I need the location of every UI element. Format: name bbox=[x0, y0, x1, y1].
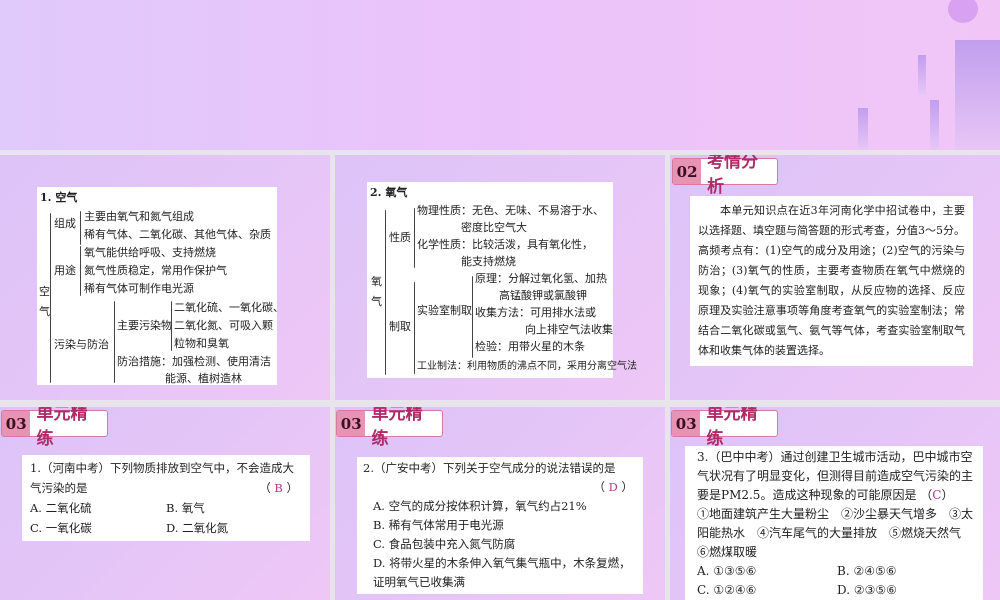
answer: D bbox=[608, 480, 618, 494]
air-summary-panel: 1. 空气 空气 组成 主要由氧气和氮气组成 稀有气体、二氧化碳、其他气体、杂质… bbox=[0, 155, 330, 400]
badge-number: 03 bbox=[672, 411, 701, 436]
answer: B bbox=[274, 481, 283, 495]
tree-item: 工业制法：利用物质的沸点不同，采用分离空气法 bbox=[417, 361, 637, 372]
tree-item: 主要由氧气和氮气组成 bbox=[84, 210, 194, 223]
decor-pillar bbox=[858, 108, 868, 150]
tree-item: 二氧化硫、一氧化碳、 bbox=[174, 301, 284, 314]
oxygen-tree: 2. 氧气 氧气 性质 物理性质：无色、无味、不易溶于水、 密度比空气大 化学性… bbox=[367, 182, 637, 378]
tree-item: 密度比空气大 bbox=[461, 221, 527, 234]
tree-root: 氧气 bbox=[371, 275, 382, 308]
oxygen-summary-panel: 2. 氧气 氧气 性质 物理性质：无色、无味、不易溶于水、 密度比空气大 化学性… bbox=[335, 155, 665, 400]
tree-item: 稀有气体可制作电光源 bbox=[84, 282, 194, 295]
option: C. ①②④⑥ bbox=[697, 583, 757, 597]
tree-item: 检验：用带火星的木条 bbox=[475, 340, 585, 353]
group-label: 污染与防治 bbox=[54, 338, 109, 351]
decor-pillar bbox=[918, 55, 926, 95]
answer: C bbox=[932, 488, 942, 502]
answer-bracket: （ B ） bbox=[259, 481, 298, 495]
decor-pillar bbox=[955, 40, 1000, 150]
badge-title: 考情分析 bbox=[707, 155, 759, 197]
badge-title: 单元精练 bbox=[706, 407, 758, 449]
tree-title: 2. 氧气 bbox=[370, 186, 408, 199]
option: A. 空气的成分按体积计算，氧气约占21% bbox=[373, 499, 587, 513]
question-stem: 2.（广安中考）下列关于空气成分的说法错误的是 bbox=[363, 461, 616, 475]
tree-item: 稀有气体、二氧化碳、其他气体、杂质 bbox=[84, 228, 271, 241]
question-2: 2.（广安中考）下列关于空气成分的说法错误的是 （ D ） A. 空气的成分按体… bbox=[357, 457, 643, 594]
option: C. 一氧化碳 bbox=[30, 521, 92, 535]
decor-pillar bbox=[930, 100, 939, 150]
exercise-panel-3: 03 单元精练 3.（巴中中考）通过创建卫生城市活动，巴中城市空气状况有了明显变… bbox=[670, 407, 1000, 600]
exam-analysis-panel: 02 考情分析 本单元知识点在近3年河南化学中招试卷中，主要以选择题、填空题与简… bbox=[670, 155, 1000, 400]
tree-item: 向上排空气法收集 bbox=[525, 323, 613, 336]
tree-item: 高锰酸钾或氯酸钾 bbox=[499, 289, 587, 302]
decor-circle bbox=[948, 0, 978, 23]
badge-number: 02 bbox=[673, 159, 702, 184]
group-label: 用途 bbox=[54, 264, 76, 277]
answer-bracket: （ D ） bbox=[593, 480, 633, 494]
tree-item: 防治措施：加强检测、使用清洁 bbox=[117, 355, 271, 368]
tree-item: 收集方法：可用排水法或 bbox=[475, 306, 596, 319]
tree-item: 能支持燃烧 bbox=[461, 255, 516, 268]
group-label: 组成 bbox=[54, 217, 76, 230]
tree-item: 能源、植树造林 bbox=[165, 372, 242, 385]
option: A. ①③⑤⑥ bbox=[697, 564, 757, 578]
section-badge: 02 考情分析 bbox=[672, 155, 778, 197]
option: B. 稀有气体常用于电光源 bbox=[373, 518, 504, 532]
tree-item: 氮气性质稳定，常用作保护气 bbox=[84, 264, 227, 277]
tree-item: 化学性质：比较活泼，具有氧化性， bbox=[417, 238, 593, 251]
tree-item: 原理：分解过氧化氢、加热 bbox=[475, 272, 607, 285]
option: D. 二氧化氮 bbox=[166, 521, 229, 535]
air-tree: 1. 空气 空气 组成 主要由氧气和氮气组成 稀有气体、二氧化碳、其他气体、杂质… bbox=[37, 187, 284, 385]
badge-number: 03 bbox=[337, 411, 366, 436]
option: D. 将带火星的木条伸入氧气集气瓶中，木条复燃，证明氧气已收集满 bbox=[373, 556, 631, 589]
question-3: 3.（巴中中考）通过创建卫生城市活动，巴中城市空气状况有了明显变化，但测得目前造… bbox=[685, 446, 983, 600]
section-badge: 03 单元精练 bbox=[1, 407, 108, 449]
tree-item: 二氧化氮、可吸入颗 bbox=[174, 319, 273, 332]
tree-root: 空气 bbox=[39, 285, 50, 318]
exercise-panel-2: 03 单元精练 2.（广安中考）下列关于空气成分的说法错误的是 （ D ） A.… bbox=[335, 407, 665, 600]
group-label: 制取 bbox=[389, 320, 411, 333]
option: D. ②③⑤⑥ bbox=[837, 583, 897, 597]
exercise-panel-1: 03 单元精练 1.（河南中考）下列物质排放到空气中，不会造成大气污染的是 （ … bbox=[0, 407, 330, 600]
option: B. ②④⑤⑥ bbox=[837, 564, 897, 578]
group-label: 性质 bbox=[389, 231, 411, 244]
analysis-text: 本单元知识点在近3年河南化学中招试卷中，主要以选择题、填空题与简答题的形式考查，… bbox=[690, 196, 973, 366]
question-1: 1.（河南中考）下列物质排放到空气中，不会造成大气污染的是 （ B ） A. 二… bbox=[22, 455, 310, 541]
option: C. 食品包装中充入氮气防腐 bbox=[373, 537, 516, 551]
option: A. 二氧化硫 bbox=[30, 501, 92, 515]
title-banner bbox=[0, 0, 1000, 150]
tree-item: 物理性质：无色、无味、不易溶于水、 bbox=[417, 204, 604, 217]
option: B. 氧气 bbox=[166, 501, 205, 515]
badge-number: 03 bbox=[2, 411, 31, 436]
group-label: 实验室制取 bbox=[417, 304, 472, 317]
badge-title: 单元精练 bbox=[371, 407, 423, 449]
statement-list: ①地面建筑产生大量粉尘 ②沙尘暴天气增多 ③太阳能热水 ④汽车尾气的大量排放 ⑤… bbox=[697, 507, 974, 559]
section-badge: 03 单元精练 bbox=[336, 407, 443, 449]
tree-item: 氧气能供给呼吸、支持燃烧 bbox=[84, 246, 216, 259]
badge-title: 单元精练 bbox=[36, 407, 88, 449]
tree-title: 1. 空气 bbox=[40, 191, 78, 204]
tree-item: 粒物和臭氧 bbox=[174, 337, 229, 350]
section-badge: 03 单元精练 bbox=[671, 407, 778, 449]
group-label: 主要污染物 bbox=[117, 319, 172, 332]
